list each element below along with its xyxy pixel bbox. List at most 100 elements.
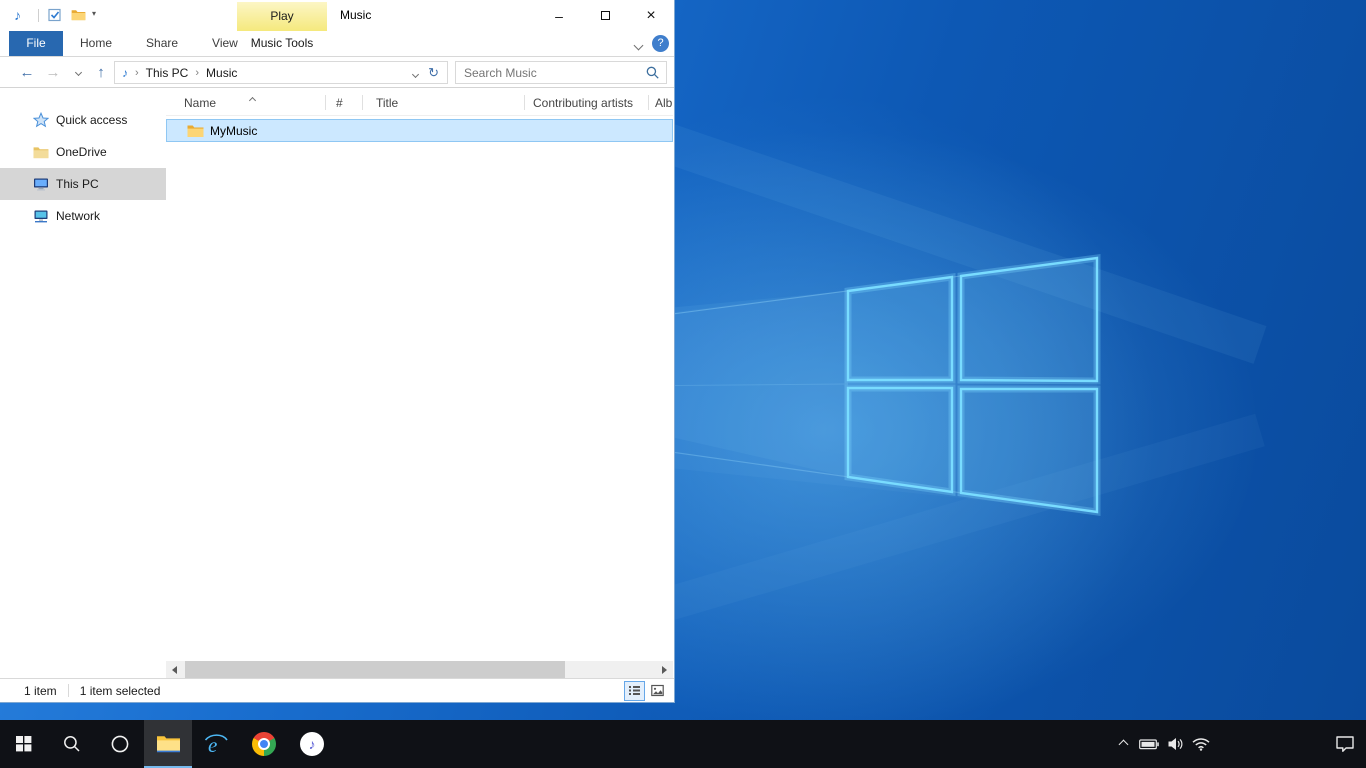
sidebar-item-label: Network [56,209,100,223]
column-header-number[interactable]: # [336,96,343,110]
close-button[interactable]: × [628,0,674,31]
help-button[interactable]: ? [652,35,669,52]
statusbar-divider [68,684,69,697]
ribbon-tabs: Home Share View [63,31,255,56]
music-note-icon: ♪ [309,736,316,752]
file-row-mymusic[interactable]: MyMusic [166,119,673,142]
refresh-button[interactable]: ↻ [428,65,439,81]
breadcrumb-separator-icon[interactable]: › [135,67,139,79]
start-button[interactable] [0,720,48,768]
contextual-tab-header[interactable]: Play [237,2,327,31]
breadcrumb-separator-icon[interactable]: › [195,67,199,79]
sidebar-item-quick-access[interactable]: Quick access [0,104,166,136]
file-explorer-icon [156,734,181,754]
tab-music-tools[interactable]: Music Tools [237,31,327,56]
sidebar-item-label: OneDrive [56,145,107,159]
maximize-button[interactable] [582,0,628,31]
qat-new-folder-icon[interactable] [71,9,86,24]
details-view-button[interactable] [624,681,645,701]
cortana-button[interactable] [96,720,144,768]
horizontal-scrollbar[interactable] [166,661,673,678]
sidebar-item-onedrive[interactable]: OneDrive [0,136,166,168]
column-header-name[interactable]: Name [184,96,216,110]
minimize-icon: – [555,8,563,24]
wifi-icon[interactable] [1188,737,1214,751]
qat-customize-caret-icon[interactable]: ▾ [92,9,96,18]
up-button[interactable]: ↑ [89,57,113,88]
forward-button[interactable]: → [41,57,65,88]
taskbar-chrome-button[interactable] [240,720,288,768]
tab-share[interactable]: Share [129,31,195,56]
titlebar-divider [38,9,39,22]
column-header-album[interactable]: Alb [655,96,672,110]
sidebar-item-network[interactable]: Network [0,200,166,232]
selection-count: 1 item selected [80,684,161,698]
address-dropdown-button[interactable] [413,66,418,80]
column-divider[interactable] [648,95,649,110]
back-button[interactable]: ← [15,57,39,88]
column-divider[interactable] [362,95,363,110]
network-icon [33,208,49,224]
minimize-button[interactable]: – [536,0,582,31]
column-divider[interactable] [524,95,525,110]
scrollbar-thumb[interactable] [185,661,565,678]
qat-properties-icon[interactable] [48,8,62,25]
address-bar[interactable]: ♪ › This PC › Music ↻ [114,61,448,84]
file-name: MyMusic [210,124,257,138]
status-bar: 1 item 1 item selected [0,678,674,702]
taskbar-itunes-button[interactable]: ♪ [288,720,336,768]
sidebar-item-label: Quick access [56,113,127,127]
thumbnails-view-button[interactable] [647,681,668,701]
music-note-icon: ♪ [122,66,128,80]
chevron-down-icon [634,41,644,51]
recent-locations-button[interactable] [66,57,90,88]
battery-icon[interactable] [1136,739,1162,750]
search-icon[interactable] [646,66,659,79]
scroll-right-icon [662,666,667,674]
breadcrumb-this-pc[interactable]: This PC [146,66,189,80]
maximize-icon [601,11,610,20]
search-icon [63,735,81,753]
item-count: 1 item [24,684,57,698]
scroll-left-button[interactable] [166,661,183,678]
help-icon: ? [657,37,663,49]
action-center-icon [1335,735,1355,753]
sidebar-item-label: This PC [56,177,99,191]
navigation-bar: ← → ↑ ♪ › This PC › Music ↻ [0,57,674,88]
details-view-icon [628,684,641,697]
close-icon: × [646,7,655,25]
search-input[interactable] [456,66,646,80]
sidebar-item-this-pc[interactable]: This PC [0,168,166,200]
folder-icon [187,124,204,138]
itunes-icon: ♪ [300,732,324,756]
computer-icon [33,176,49,192]
show-hidden-icons-button[interactable] [1110,741,1136,748]
navigation-pane: Quick access OneDrive This PC Network [0,88,166,678]
volume-icon[interactable] [1162,736,1188,752]
column-header-title[interactable]: Title [376,96,398,110]
expand-ribbon-button[interactable] [635,38,642,52]
sort-ascending-icon [250,92,255,106]
tab-file[interactable]: File [9,31,63,56]
taskbar-search-button[interactable] [48,720,96,768]
chevron-down-icon [412,70,419,77]
window-title: Music [340,0,371,31]
action-center-button[interactable] [1324,720,1366,768]
thumbnails-view-icon [651,684,664,697]
column-divider[interactable] [325,95,326,110]
scroll-right-button[interactable] [656,661,673,678]
system-tray [1110,720,1366,768]
chevron-down-icon [74,69,81,76]
title-bar: ♪ ▾ Play Music – × [0,0,674,31]
taskbar-file-explorer-button[interactable] [144,720,192,768]
tab-home[interactable]: Home [63,31,129,56]
column-header-row: Name # Title Contributing artists Alb [166,88,673,116]
cortana-icon [110,734,130,754]
windows-logo-icon [16,736,32,752]
taskbar-internet-explorer-button[interactable]: e [192,720,240,768]
scroll-left-icon [172,666,177,674]
breadcrumb-music[interactable]: Music [206,66,237,80]
internet-explorer-icon: e [203,731,229,757]
column-header-contributing-artists[interactable]: Contributing artists [533,96,633,110]
chevron-up-icon [1118,739,1128,749]
